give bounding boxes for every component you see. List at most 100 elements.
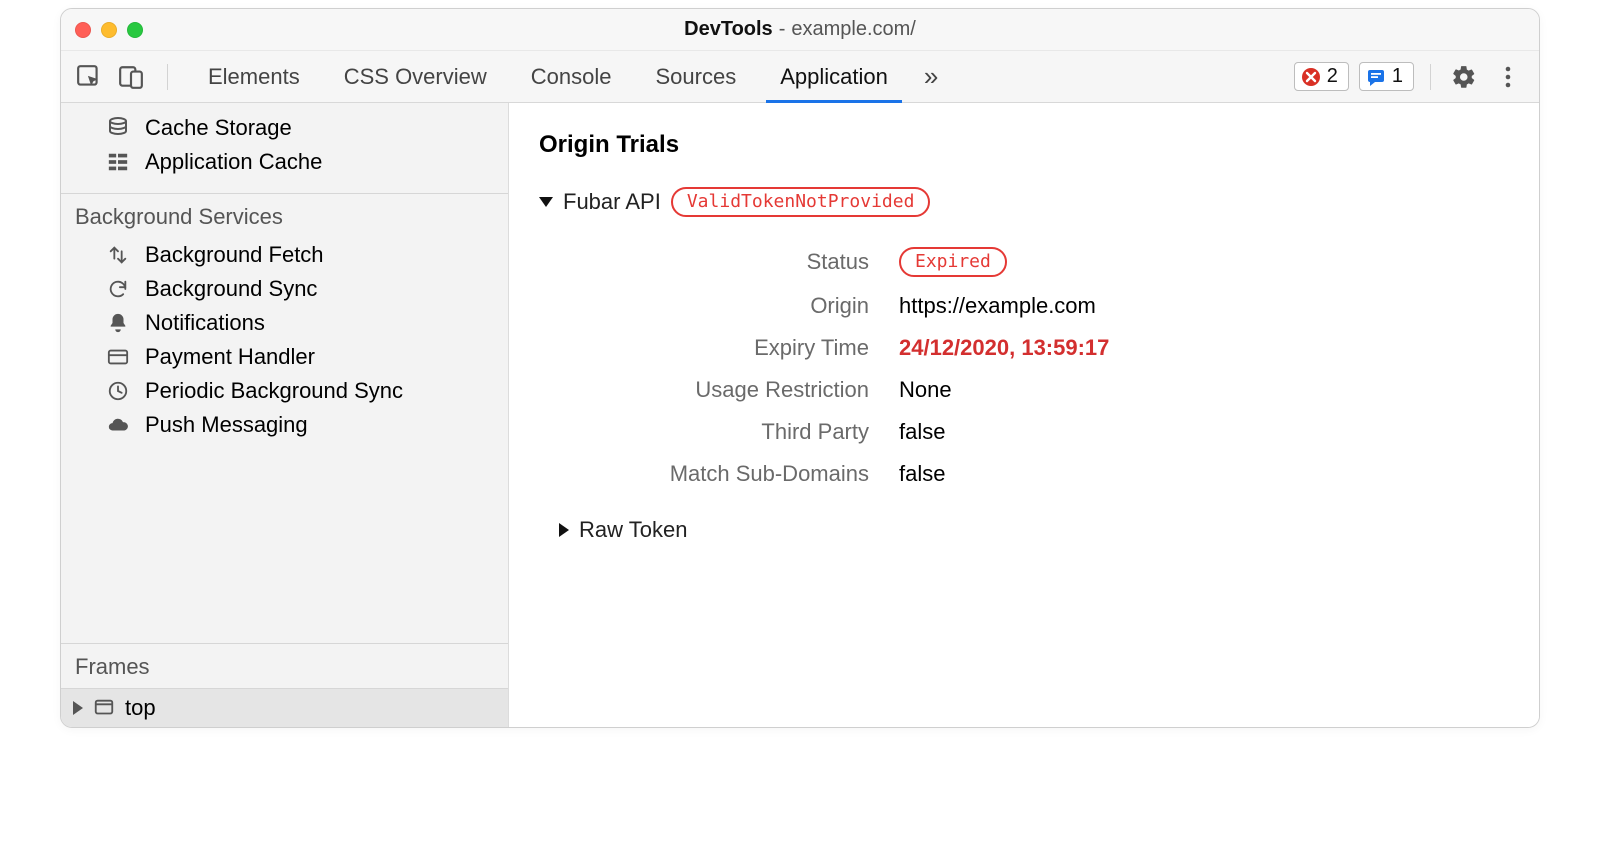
status-value: Expired — [899, 247, 1007, 277]
sidebar-item-notifications[interactable]: Notifications — [61, 306, 508, 340]
window-close-button[interactable] — [75, 22, 91, 38]
toolbar-left — [69, 51, 178, 102]
chevron-double-right-icon: » — [924, 61, 938, 92]
sidebar-item-label: Background Fetch — [145, 242, 324, 268]
disclosure-down-icon — [539, 197, 553, 207]
trial-status-badge: ValidTokenNotProvided — [671, 187, 931, 217]
issue-icon — [1366, 67, 1386, 87]
expiry-value: 24/12/2020, 13:59:17 — [899, 335, 1109, 361]
errors-count: 2 — [1327, 65, 1338, 88]
sidebar-item-background-sync[interactable]: Background Sync — [61, 272, 508, 306]
transfer-icon — [105, 242, 131, 268]
sidebar-item-label: Background Sync — [145, 276, 317, 302]
origin-value: https://example.com — [899, 293, 1096, 319]
traffic-lights — [75, 22, 143, 38]
toggle-device-button[interactable] — [115, 61, 147, 93]
tab-elements[interactable]: Elements — [186, 51, 322, 102]
more-tabs-button[interactable]: » — [910, 51, 952, 102]
issues-count: 1 — [1392, 65, 1403, 88]
tab-css-overview[interactable]: CSS Overview — [322, 51, 509, 102]
sidebar-item-periodic-bg-sync[interactable]: Periodic Background Sync — [61, 374, 508, 408]
sync-icon — [105, 276, 131, 302]
issues-badge[interactable]: 1 — [1359, 62, 1414, 91]
clock-icon — [105, 378, 131, 404]
toolbar: Elements CSS Overview Console Sources Ap… — [61, 51, 1539, 103]
toolbar-right: 2 1 — [1294, 51, 1531, 102]
usage-value: None — [899, 377, 952, 403]
errors-badge[interactable]: 2 — [1294, 62, 1349, 91]
settings-button[interactable] — [1447, 60, 1481, 94]
frame-icon — [93, 697, 115, 719]
sidebar-item-application-cache[interactable]: Application Cache — [61, 145, 508, 179]
tab-label: Elements — [208, 64, 300, 90]
toolbar-separator — [1430, 64, 1431, 90]
row-match-subdomains: Match Sub-Domains false — [579, 453, 1509, 495]
database-stack-icon — [105, 115, 131, 141]
raw-token-toggle[interactable]: Raw Token — [559, 517, 1509, 543]
tab-sources[interactable]: Sources — [633, 51, 758, 102]
sidebar-item-label: Payment Handler — [145, 344, 315, 370]
match-subdomains-value: false — [899, 461, 945, 487]
sidebar-item-label: Push Messaging — [145, 412, 308, 438]
bell-icon — [105, 310, 131, 336]
window-title-app: DevTools — [684, 18, 773, 41]
sidebar-item-label: Periodic Background Sync — [145, 378, 403, 404]
frame-row-top[interactable]: top — [61, 688, 508, 727]
expiry-label: Expiry Time — [579, 335, 899, 361]
devices-icon — [118, 64, 144, 90]
disclosure-right-icon — [73, 701, 83, 715]
third-party-label: Third Party — [579, 419, 899, 445]
sidebar-item-label: Application Cache — [145, 149, 322, 175]
row-third-party: Third Party false — [579, 411, 1509, 453]
sidebar-item-label: Cache Storage — [145, 115, 292, 141]
window-minimize-button[interactable] — [101, 22, 117, 38]
page-title: Origin Trials — [539, 131, 1509, 159]
sidebar-item-payment-handler[interactable]: Payment Handler — [61, 340, 508, 374]
inspect-element-button[interactable] — [73, 61, 105, 93]
card-icon — [105, 344, 131, 370]
row-origin: Origin https://example.com — [579, 285, 1509, 327]
devtools-window: DevTools - example.com/ — [60, 8, 1540, 728]
row-usage: Usage Restriction None — [579, 369, 1509, 411]
match-subdomains-label: Match Sub-Domains — [579, 461, 899, 487]
kebab-menu-button[interactable] — [1491, 60, 1525, 94]
trial-name: Fubar API — [563, 189, 661, 215]
trial-header[interactable]: Fubar API ValidTokenNotProvided — [539, 187, 1509, 217]
window-maximize-button[interactable] — [127, 22, 143, 38]
cloud-icon — [105, 412, 131, 438]
tabs: Elements CSS Overview Console Sources Ap… — [186, 51, 1294, 102]
tab-label: Sources — [655, 64, 736, 90]
gear-icon — [1451, 64, 1477, 90]
sidebar-item-background-fetch[interactable]: Background Fetch — [61, 238, 508, 272]
raw-token-label: Raw Token — [579, 517, 687, 543]
sidebar: Cache Storage Application Cache Backgrou… — [61, 103, 509, 727]
pointer-select-icon — [76, 64, 102, 90]
sidebar-divider — [61, 643, 508, 644]
window-title: DevTools - example.com/ — [61, 18, 1539, 41]
sidebar-section-background-services: Background Services — [61, 202, 508, 238]
trial-details: Status Expired Origin https://example.co… — [579, 239, 1509, 495]
third-party-value: false — [899, 419, 945, 445]
error-icon — [1301, 67, 1321, 87]
frame-label: top — [125, 695, 156, 721]
origin-label: Origin — [579, 293, 899, 319]
row-status: Status Expired — [579, 239, 1509, 285]
window-title-dash: - — [779, 18, 786, 41]
window-title-url: example.com/ — [791, 18, 916, 41]
disclosure-right-icon — [559, 523, 569, 537]
tab-console[interactable]: Console — [509, 51, 634, 102]
tab-label: Console — [531, 64, 612, 90]
sidebar-section-frames: Frames — [61, 652, 508, 688]
sidebar-item-cache-storage[interactable]: Cache Storage — [61, 111, 508, 145]
status-label: Status — [579, 249, 899, 275]
row-expiry: Expiry Time 24/12/2020, 13:59:17 — [579, 327, 1509, 369]
sidebar-item-push-messaging[interactable]: Push Messaging — [61, 408, 508, 442]
titlebar: DevTools - example.com/ — [61, 9, 1539, 51]
tab-application[interactable]: Application — [758, 51, 910, 102]
tab-label: Application — [780, 64, 888, 90]
toolbar-separator — [167, 64, 168, 90]
grid-icon — [105, 149, 131, 175]
kebab-icon — [1504, 65, 1512, 89]
sidebar-item-label: Notifications — [145, 310, 265, 336]
sidebar-divider — [61, 193, 508, 194]
